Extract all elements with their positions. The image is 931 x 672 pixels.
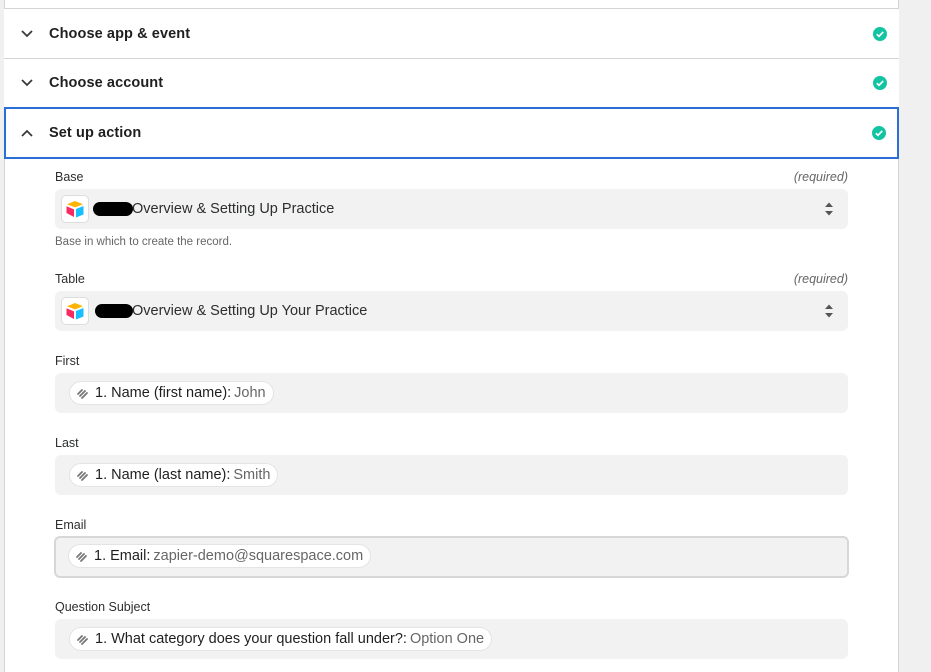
step-set-up-action[interactable]: Set up action — [4, 107, 899, 159]
pill-key: 1. Name (first name): — [95, 385, 232, 401]
question-subject-input[interactable]: 1. What category does your question fall… — [55, 619, 848, 659]
mapped-value-pill[interactable]: 1. Name (last name): Smith — [69, 463, 279, 487]
check-circle-icon — [873, 76, 887, 90]
squarespace-icon — [76, 387, 89, 400]
chevron-down-icon[interactable] — [20, 76, 34, 90]
chevron-up-icon[interactable] — [20, 126, 34, 140]
required-label: (required) — [793, 272, 848, 286]
select-arrows-icon — [824, 303, 834, 319]
base-field: Base (required) Overview & Setting Up Pr… — [55, 170, 848, 255]
mapped-value-pill[interactable]: 1. Email: zapier-demo@squarespace.com — [68, 544, 372, 568]
squarespace-icon — [75, 550, 88, 563]
pill-value: Option One — [409, 631, 485, 647]
first-field: First 1. Name (first name): John — [55, 354, 848, 414]
base-select[interactable]: Overview & Setting Up Practice — [55, 189, 848, 229]
step-title: Choose app & event — [49, 25, 191, 42]
question-subject-field: Question Subject 1. What category does y… — [55, 600, 848, 660]
first-input[interactable]: 1. Name (first name): John — [55, 373, 848, 413]
mapped-value-pill[interactable]: 1. Name (first name): John — [69, 381, 274, 405]
pill-value: zapier-demo@squarespace.com — [153, 548, 364, 564]
airtable-icon — [61, 297, 89, 325]
select-value: Overview & Setting Up Your Practice — [132, 303, 368, 319]
pill-value: John — [234, 385, 266, 401]
last-input[interactable]: 1. Name (last name): Smith — [55, 455, 848, 495]
table-field: Table (required) Overview & Setting Up Y… — [55, 272, 848, 332]
redacted-text — [95, 304, 133, 318]
chevron-down-icon[interactable] — [20, 27, 34, 41]
check-circle-icon — [873, 26, 887, 41]
step-choose-app-event[interactable]: Choose app & event — [4, 8, 899, 59]
email-input[interactable]: 1. Email: zapier-demo@squarespace.com — [54, 536, 849, 578]
pill-key: 1. Email: — [94, 548, 151, 564]
field-label: Base — [55, 170, 84, 184]
pill-key: 1. What category does your question fall… — [95, 631, 407, 647]
check-circle-icon — [872, 126, 886, 140]
step-choose-account[interactable]: Choose account — [4, 59, 899, 108]
mapped-value-pill[interactable]: 1. What category does your question fall… — [69, 627, 493, 651]
airtable-icon — [61, 195, 89, 223]
select-value: Overview & Setting Up Practice — [132, 201, 335, 217]
pill-value: Smith — [233, 467, 271, 483]
squarespace-icon — [76, 633, 89, 646]
squarespace-icon — [76, 469, 89, 482]
last-field: Last 1. Name (last name): Smith — [55, 436, 848, 496]
pill-key: 1. Name (last name): — [95, 467, 231, 483]
step-title: Choose account — [49, 75, 164, 91]
field-label: Table — [55, 272, 85, 286]
field-label: Question Subject — [55, 600, 151, 614]
required-label: (required) — [793, 170, 848, 184]
redacted-text — [93, 202, 133, 216]
select-arrows-icon — [824, 201, 834, 217]
field-label: First — [55, 354, 80, 368]
field-label: Last — [55, 436, 79, 450]
field-label: Email — [55, 518, 87, 532]
email-field: Email 1. Email: zapier-demo@squarespace.… — [54, 518, 849, 580]
step-title: Set up action — [49, 125, 142, 141]
table-select[interactable]: Overview & Setting Up Your Practice — [55, 291, 848, 331]
help-text: Base in which to create the record. — [55, 236, 233, 248]
